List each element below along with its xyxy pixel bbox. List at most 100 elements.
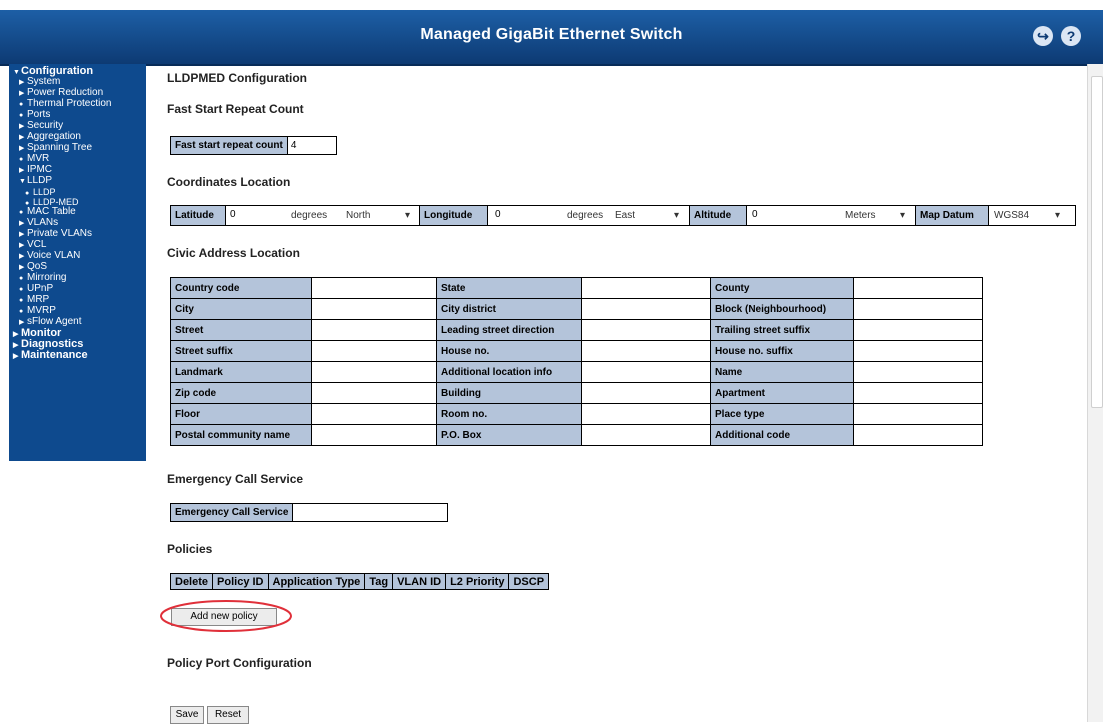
civic-field-label: Country code (170, 277, 312, 299)
civic-field-label: Building (436, 382, 582, 404)
civic-field-input[interactable] (581, 424, 711, 446)
collapsed-arrow-icon: ▶ (19, 253, 25, 260)
chevron-down-icon: ▾ (404, 210, 410, 221)
policy-column-header: Delete (169, 573, 214, 590)
civic-field-input[interactable] (311, 319, 437, 341)
civic-field-input[interactable] (581, 277, 711, 299)
civic-field-input[interactable] (581, 340, 711, 362)
ecs-input[interactable] (292, 503, 449, 522)
civic-field-input[interactable] (853, 403, 983, 425)
collapsed-arrow-icon: ▶ (19, 242, 25, 249)
help-icon[interactable]: ? (1061, 26, 1081, 46)
civic-field-label: Floor (170, 403, 312, 425)
civic-field-input[interactable] (311, 277, 437, 299)
civic-field-input[interactable] (853, 298, 983, 320)
chevron-down-icon: ▾ (673, 210, 679, 221)
altitude-unit-select[interactable]: Meters ▾ (845, 210, 905, 221)
map-datum-value: WGS84 (994, 210, 1030, 221)
civic-field-input[interactable] (853, 340, 983, 362)
ecs-table: Emergency Call Service (169, 503, 449, 522)
nav-label: sFlow Agent (27, 316, 82, 327)
bullet-icon: ● (19, 275, 24, 282)
civic-field-input[interactable] (581, 361, 711, 383)
latitude-direction-select[interactable]: North ▾ (346, 210, 410, 221)
collapsed-arrow-icon: ▶ (19, 167, 25, 174)
civic-field-input[interactable] (581, 319, 711, 341)
collapsed-arrow-icon: ▶ (13, 353, 19, 360)
civic-field-label: Place type (710, 403, 854, 425)
civic-address-table: Country code State County City City district… (170, 277, 983, 446)
civic-field-input[interactable] (581, 298, 711, 320)
sidebar: ▼Configuration ▶ System ▶ Power Reduction … (9, 64, 146, 461)
latitude-input[interactable]: 0 (227, 208, 287, 222)
nav-label: MVR (27, 153, 50, 164)
reset-button[interactable]: Reset (207, 706, 249, 724)
app-header: Managed GigaBit Ethernet Switch ↪ ? (0, 10, 1103, 66)
nav-label: Maintenance (21, 349, 88, 361)
nav-label: Spanning Tree (27, 142, 93, 153)
logout-icon[interactable]: ↪ (1033, 26, 1053, 46)
vertical-scrollbar[interactable] (1087, 64, 1103, 722)
civic-field-input[interactable] (853, 361, 983, 383)
scrollbar-thumb[interactable] (1091, 76, 1103, 408)
civic-field-label: Street suffix (170, 340, 312, 362)
longitude-direction-value: East (615, 210, 636, 221)
chevron-down-icon: ▾ (1054, 210, 1060, 221)
policies-table: Delete Policy ID Application Type Tag VLAN I… (169, 573, 550, 590)
nav-maintenance[interactable]: ▶ Maintenance (13, 350, 88, 362)
altitude-label: Altitude (689, 206, 747, 225)
civic-field-input[interactable] (311, 424, 437, 446)
nav-label: System (27, 76, 61, 87)
latitude-direction-value: North (346, 210, 371, 221)
longitude-label: Longitude (419, 206, 488, 225)
civic-field-label: Leading street direction (436, 319, 582, 341)
bullet-icon: ● (19, 297, 24, 304)
civic-field-label: P.O. Box (436, 424, 582, 446)
civic-field-label: Landmark (170, 361, 312, 383)
fast-start-input[interactable]: 4 (287, 138, 336, 153)
altitude-input[interactable]: 0 (749, 208, 819, 222)
civic-field-input[interactable] (311, 340, 437, 362)
longitude-direction-select[interactable]: East ▾ (615, 210, 679, 221)
policy-column-header: Application Type (267, 573, 366, 590)
civic-field-input[interactable] (853, 277, 983, 299)
nav-lldp[interactable]: ▼LLDP (19, 176, 52, 187)
ecs-label: Emergency Call Service (169, 503, 294, 522)
civic-field-input[interactable] (581, 403, 711, 425)
civic-field-input[interactable] (311, 298, 437, 320)
nav-label: LLDP (33, 187, 56, 197)
collapsed-arrow-icon: ▶ (19, 90, 25, 97)
bullet-icon: ● (19, 101, 24, 108)
civic-field-input[interactable] (853, 319, 983, 341)
civic-field-input[interactable] (311, 382, 437, 404)
civic-field-label: Apartment (710, 382, 854, 404)
policy-column-header: VLAN ID (392, 573, 447, 590)
policy-column-header: L2 Priority (445, 573, 510, 590)
civic-field-input[interactable] (853, 382, 983, 404)
nav-label: VLANs (27, 217, 59, 228)
civic-field-label: City district (436, 298, 582, 320)
expanded-arrow-icon: ▼ (19, 178, 26, 185)
longitude-input[interactable]: 0 (492, 208, 552, 222)
fast-start-label: Fast start repeat count (170, 136, 288, 155)
policy-column-header: Policy ID (212, 573, 269, 590)
nav-label: Voice VLAN (27, 250, 81, 261)
save-button[interactable]: Save (170, 706, 204, 724)
civic-field-input[interactable] (311, 361, 437, 383)
civic-field-label: County (710, 277, 854, 299)
civic-field-label: Room no. (436, 403, 582, 425)
civic-field-label: Block (Neighbourhood) (710, 298, 854, 320)
collapsed-arrow-icon: ▶ (19, 231, 25, 238)
nav-label: QoS (27, 261, 48, 272)
civic-field-input[interactable] (581, 382, 711, 404)
civic-row: City City district Block (Neighbourhood) (170, 298, 983, 320)
longitude-unit: degrees (567, 210, 604, 221)
collapsed-arrow-icon: ▶ (19, 145, 25, 152)
collapsed-arrow-icon: ▶ (19, 79, 25, 86)
civic-field-input[interactable] (853, 424, 983, 446)
civic-row: Street suffix House no. House no. suffix (170, 340, 983, 362)
nav-label: MAC Table (27, 206, 76, 217)
civic-field-input[interactable] (311, 403, 437, 425)
map-datum-select[interactable]: WGS84 ▾ (994, 210, 1060, 221)
civic-field-label: House no. suffix (710, 340, 854, 362)
